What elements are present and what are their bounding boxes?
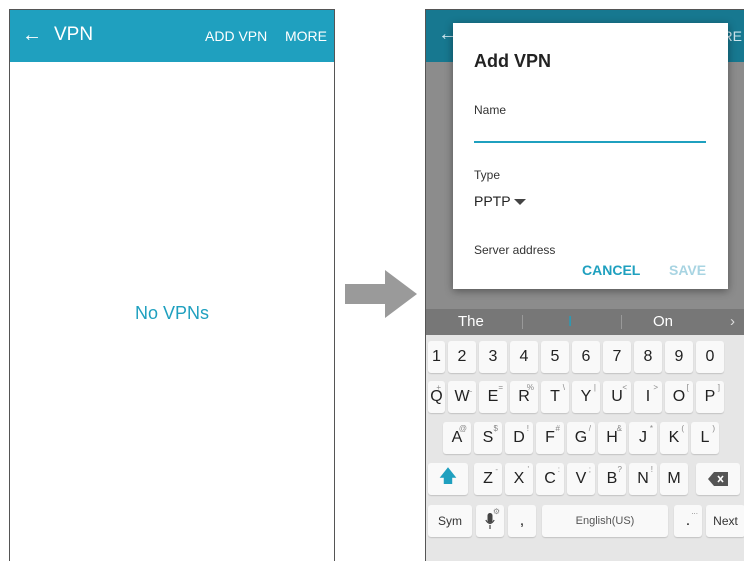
suggestion-item[interactable]: On <box>653 313 673 330</box>
suggestion-bar: The I On › <box>426 309 744 335</box>
keyboard: The I On › 1 2 3 4 5 6 7 8 9 0 Q + W _ E = … <box>426 309 744 561</box>
suggestion-divider <box>621 315 622 329</box>
type-dropdown[interactable]: PPTP <box>474 193 526 209</box>
suggestion-item[interactable]: The <box>458 313 484 330</box>
key-o[interactable]: O[ <box>665 381 693 413</box>
key-t[interactable]: T \ <box>541 381 569 413</box>
key-2[interactable]: 2 <box>448 341 476 373</box>
key-p[interactable]: P] <box>696 381 724 413</box>
key-q[interactable]: Q + <box>428 381 445 413</box>
key-5[interactable]: 5 <box>541 341 569 373</box>
key-y[interactable]: Y | <box>572 381 600 413</box>
key-7[interactable]: 7 <box>603 341 631 373</box>
key-1[interactable]: 1 <box>428 341 445 373</box>
next-key[interactable]: Next <box>706 505 744 537</box>
arrow-left-icon[interactable]: ← <box>22 23 42 47</box>
key-s[interactable]: S $ <box>474 422 502 454</box>
key-v[interactable]: V; <box>567 463 595 495</box>
shift-arrow-icon[interactable]: 🡅 <box>428 463 468 495</box>
arrow-right-icon <box>345 270 417 318</box>
key-6[interactable]: 6 <box>572 341 600 373</box>
add-vpn-button[interactable]: ADD VPN <box>205 28 267 44</box>
key-x[interactable]: X ' <box>505 463 533 495</box>
sym-key[interactable]: Sym <box>428 505 472 537</box>
key-k[interactable]: K( <box>660 422 688 454</box>
name-input[interactable] <box>474 113 706 143</box>
page-title: VPN <box>54 24 94 45</box>
backspace-icon[interactable] <box>696 463 740 495</box>
suggestion-divider <box>522 315 523 329</box>
key-a[interactable]: A @ <box>443 422 471 454</box>
key-m[interactable]: M <box>660 463 688 495</box>
key-u[interactable]: U < <box>603 381 631 413</box>
key-l[interactable]: L) <box>691 422 719 454</box>
space-key[interactable]: English(US) <box>542 505 668 537</box>
key-4[interactable]: 4 <box>510 341 538 373</box>
type-value: PPTP <box>474 193 511 209</box>
type-label: Type <box>474 168 501 182</box>
key-j[interactable]: J * <box>629 422 657 454</box>
key-n[interactable]: N! <box>629 463 657 495</box>
vpn-screen: ← VPN ADD VPN MORE No VPNs <box>9 9 335 561</box>
key-3[interactable]: 3 <box>479 341 507 373</box>
more-button[interactable]: MORE <box>285 28 327 44</box>
key-9[interactable]: 9 <box>665 341 693 373</box>
key-g[interactable]: G / <box>567 422 595 454</box>
microphone-icon[interactable]: ⚙ <box>476 505 504 537</box>
key-d[interactable]: D! <box>505 422 533 454</box>
save-button[interactable]: SAVE <box>669 262 706 278</box>
app-bar: ← VPN ADD VPN MORE <box>10 10 334 62</box>
key-0[interactable]: 0 <box>696 341 724 373</box>
key-w[interactable]: W _ <box>448 381 476 413</box>
period-key[interactable]: .... <box>674 505 702 537</box>
cancel-button[interactable]: CANCEL <box>582 262 640 278</box>
dropdown-arrow-icon <box>513 199 526 205</box>
add-vpn-screen: ← RE Add VPN Name Type PPTP Server addre… <box>425 9 744 561</box>
key-r[interactable]: R% <box>510 381 538 413</box>
key-i[interactable]: I > <box>634 381 662 413</box>
add-vpn-dialog: Add VPN Name Type PPTP Server address CA… <box>453 23 728 289</box>
server-address-label: Server address <box>474 243 556 257</box>
key-8[interactable]: 8 <box>634 341 662 373</box>
comma-key[interactable]: , <box>508 505 536 537</box>
key-e[interactable]: E = <box>479 381 507 413</box>
key-c[interactable]: C: <box>536 463 564 495</box>
dialog-title: Add VPN <box>474 51 552 71</box>
key-h[interactable]: H & <box>598 422 626 454</box>
chevron-right-icon[interactable]: › <box>730 313 735 330</box>
suggestion-item[interactable]: I <box>568 313 572 330</box>
empty-state-text: No VPNs <box>134 303 210 323</box>
screenshot-composite: ← VPN ADD VPN MORE No VPNs ← RE Add VPN … <box>0 0 744 561</box>
key-f[interactable]: F # <box>536 422 564 454</box>
key-b[interactable]: B? <box>598 463 626 495</box>
key-z[interactable]: Z- <box>474 463 502 495</box>
